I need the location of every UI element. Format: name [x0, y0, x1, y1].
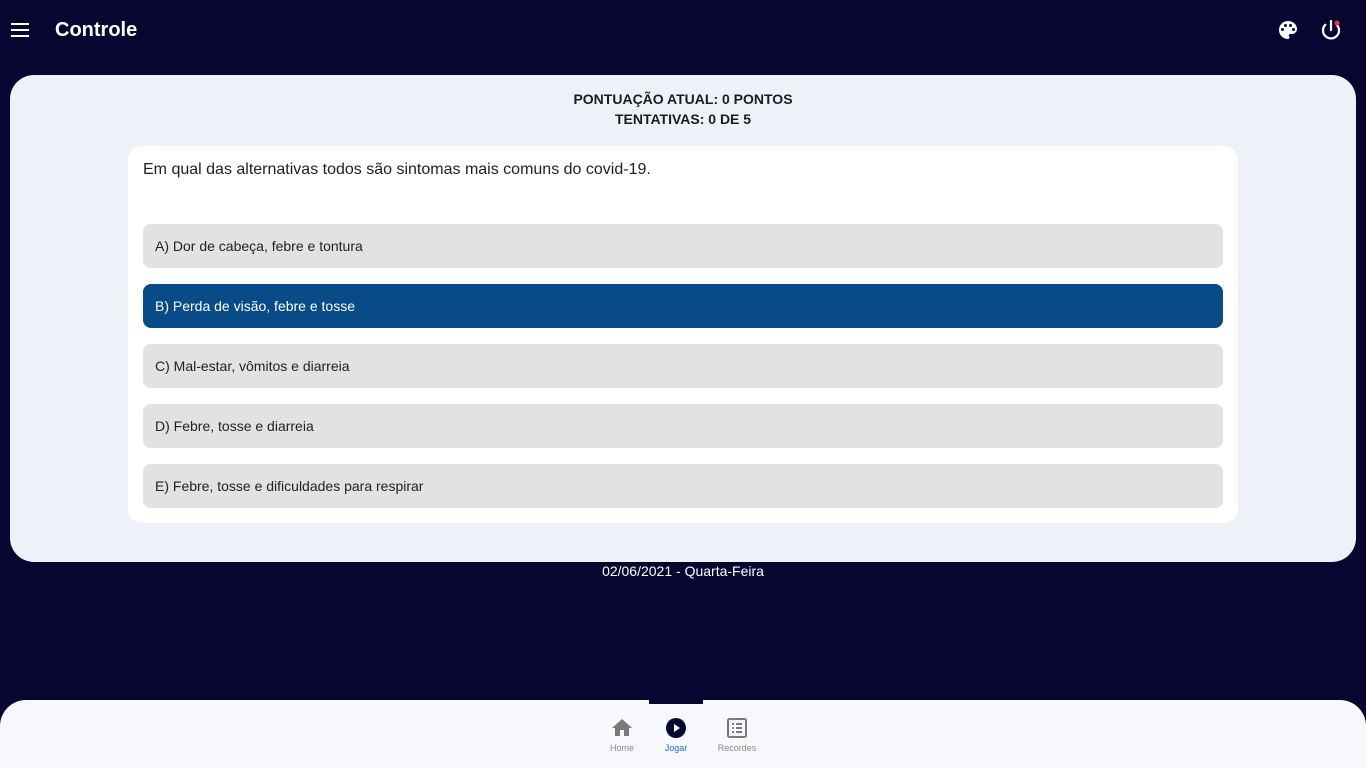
- current-date: 02/06/2021 - Quarta-Feira: [602, 563, 764, 579]
- option-d[interactable]: D) Febre, tosse e diarreia: [143, 404, 1223, 448]
- play-circle-icon: [666, 718, 686, 738]
- quiz-panel: PONTUAÇÃO ATUAL: 0 PONTOS TENTATIVAS: 0 …: [10, 75, 1356, 562]
- nav-item-jogar[interactable]: Jogar: [649, 714, 703, 762]
- question-text: Em qual das alternativas todos são sinto…: [143, 161, 651, 178]
- nav-label-recordes: Recordes: [717, 743, 757, 753]
- option-label: B) Perda de visão, febre e tosse: [155, 298, 355, 314]
- option-label: A) Dor de cabeça, febre e tontura: [155, 238, 363, 254]
- option-c[interactable]: C) Mal-estar, vômitos e diarreia: [143, 344, 1223, 388]
- palette-icon[interactable]: [1276, 18, 1300, 42]
- list-icon: [727, 718, 747, 738]
- nav-label-jogar: Jogar: [664, 743, 688, 753]
- option-e[interactable]: E) Febre, tosse e dificuldades para resp…: [143, 464, 1223, 508]
- nav-label-home: Home: [609, 743, 634, 753]
- top-app-bar: Controle: [0, 0, 1366, 60]
- option-label: E) Febre, tosse e dificuldades para resp…: [155, 478, 424, 494]
- option-b[interactable]: B) Perda de visão, febre e tosse: [143, 284, 1223, 328]
- current-score: PONTUAÇÃO ATUAL: 0 PONTOS: [573, 91, 793, 107]
- bottom-navigation: Home Jogar Recordes: [0, 700, 1366, 768]
- attempts-counter: TENTATIVAS: 0 DE 5: [614, 111, 752, 127]
- notification-dot: [1334, 20, 1340, 26]
- power-icon[interactable]: [1319, 18, 1343, 42]
- question-card: Em qual das alternativas todos são sinto…: [128, 146, 1238, 523]
- menu-icon[interactable]: [8, 18, 32, 42]
- option-label: D) Febre, tosse e diarreia: [155, 418, 314, 434]
- option-a[interactable]: A) Dor de cabeça, febre e tontura: [143, 224, 1223, 268]
- app-title: Controle: [55, 19, 138, 41]
- home-icon: [612, 719, 632, 736]
- nav-item-home[interactable]: Home: [595, 714, 649, 762]
- nav-item-recordes[interactable]: Recordes: [710, 714, 764, 762]
- option-label: C) Mal-estar, vômitos e diarreia: [155, 358, 350, 374]
- active-tab-indicator: [649, 700, 703, 704]
